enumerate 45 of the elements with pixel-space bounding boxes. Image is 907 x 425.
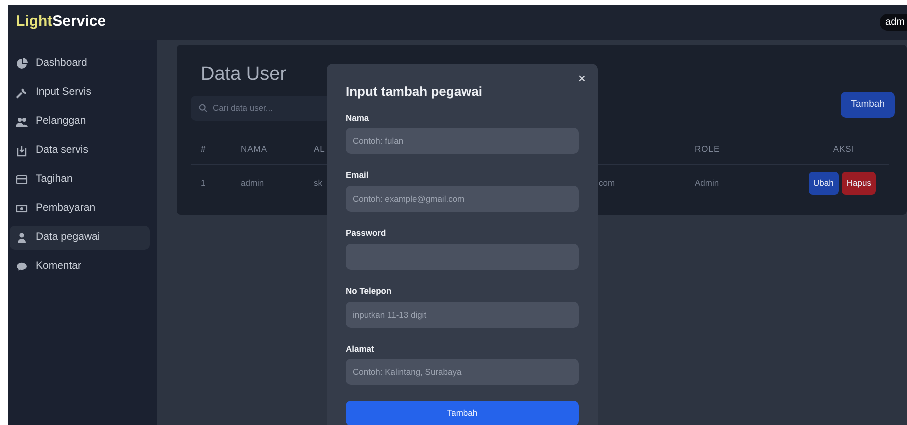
search-placeholder: Cari data user... bbox=[213, 102, 274, 114]
credit-card-icon bbox=[16, 174, 28, 186]
users-icon bbox=[16, 116, 28, 128]
sidebar-item[interactable]: Input Servis bbox=[10, 81, 150, 105]
sidebar-item[interactable]: Pembayaran bbox=[10, 197, 150, 221]
column-header: # bbox=[191, 134, 231, 164]
add-button[interactable]: Tambah bbox=[841, 92, 895, 118]
table-cell: admin bbox=[241, 178, 264, 188]
sidebar-item[interactable]: Komentar bbox=[10, 255, 150, 279]
comment-icon bbox=[16, 261, 28, 273]
wrench-icon bbox=[16, 87, 28, 99]
submit-button[interactable]: Tambah bbox=[346, 401, 579, 425]
delete-button[interactable]: Hapus bbox=[842, 172, 876, 196]
input-field[interactable]: inputkan 11-13 digit bbox=[346, 302, 579, 328]
column-header: AKSI bbox=[789, 134, 889, 164]
input-field[interactable]: Contoh: fulan bbox=[346, 128, 579, 154]
close-button[interactable]: × bbox=[576, 72, 588, 85]
user-icon bbox=[16, 232, 28, 244]
column-header: ROLE bbox=[685, 134, 789, 164]
edit-button[interactable]: Ubah bbox=[808, 172, 839, 196]
banknote-icon bbox=[16, 203, 28, 215]
sidebar-item[interactable]: Tagihan bbox=[10, 168, 150, 192]
search-icon bbox=[199, 104, 208, 112]
pie-chart-icon bbox=[16, 58, 28, 70]
sidebar-item[interactable]: Pelanggan bbox=[10, 110, 150, 134]
download-box-icon bbox=[16, 145, 28, 157]
sidebar-item[interactable]: Data pegawai bbox=[10, 226, 150, 250]
table-cell: sk bbox=[314, 178, 322, 188]
user-menu[interactable]: adm bbox=[880, 14, 907, 31]
column-header: NAMA bbox=[231, 134, 304, 164]
sidebar-item[interactable]: Dashboard bbox=[10, 52, 150, 76]
table-cell: com bbox=[599, 178, 616, 188]
field-label: Password bbox=[346, 227, 388, 240]
sidebar-item[interactable]: Data servis bbox=[10, 139, 150, 163]
modal-title: Input tambah pegawai bbox=[346, 83, 484, 101]
page-title: Data User bbox=[201, 63, 287, 87]
input-field[interactable]: Contoh: Kalintang, Surabaya bbox=[346, 359, 579, 386]
field-label: No Telepon bbox=[346, 284, 393, 298]
table-cell: 1 bbox=[201, 178, 206, 188]
input-field[interactable]: Contoh: example@gmail.com bbox=[346, 186, 579, 212]
field-label: Nama bbox=[346, 112, 370, 124]
field-label: Alamat bbox=[346, 342, 376, 356]
table-cell: Admin bbox=[695, 178, 720, 188]
app-brand[interactable]: LightService bbox=[16, 11, 106, 34]
field-label: Email bbox=[346, 169, 370, 182]
